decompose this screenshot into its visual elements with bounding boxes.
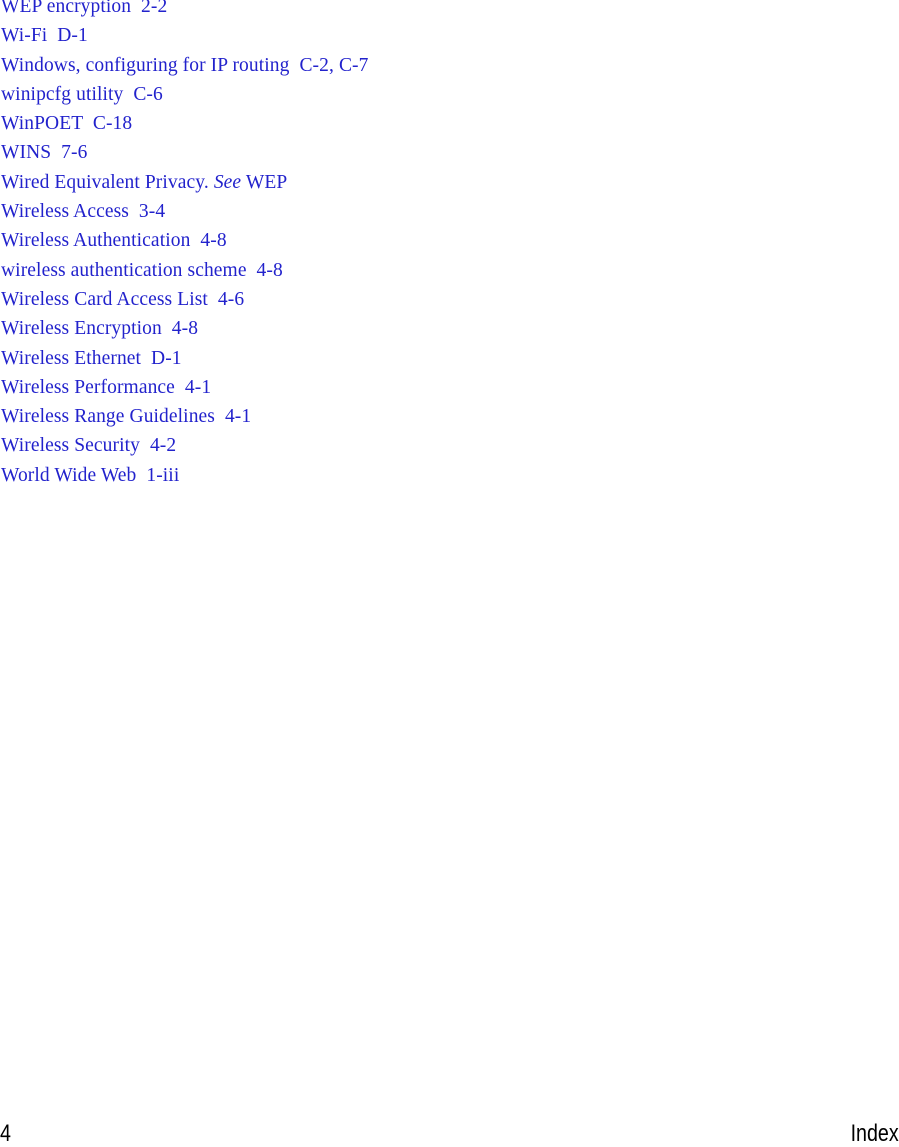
index-entry: WINS 7-6 — [0, 138, 899, 167]
index-entry-text: WINS 7-6 — [1, 142, 88, 164]
index-entry: Wireless Encryption 4-8 — [0, 314, 899, 343]
index-entry: winipcfg utility C-6 — [0, 80, 899, 109]
index-entry-text: Wi-Fi D-1 — [1, 25, 88, 47]
index-entry-text: WinPOET C-18 — [1, 113, 133, 135]
index-entry: Wired Equivalent Privacy. See WEP — [0, 168, 899, 197]
index-entry-text: winipcfg utility C-6 — [1, 83, 163, 105]
footer-section-label: Index — [850, 1120, 899, 1147]
index-entry: Wireless Security 4-2 — [0, 431, 899, 460]
index-entry-text: World Wide Web 1-iii — [1, 464, 180, 486]
index-entry-text: Wireless Ethernet D-1 — [1, 347, 182, 369]
index-entry: World Wide Web 1-iii — [0, 461, 899, 490]
document-page: WEP encryption 2-2 Wi-Fi D-1 Windows, conf… — [0, 0, 899, 1147]
index-entry-target: WEP — [241, 171, 288, 193]
index-entry-text: Windows, configuring for IP routing C-2,… — [1, 54, 369, 76]
index-entry: Wi-Fi D-1 — [0, 21, 899, 50]
index-entry-term: Wired Equivalent Privacy. — [1, 171, 214, 193]
index-entry: Wireless Performance 4-1 — [0, 373, 899, 402]
index-entry: WinPOET C-18 — [0, 109, 899, 138]
index-entry: Wireless Access 3-4 — [0, 197, 899, 226]
footer-page-number: 4 — [0, 1120, 11, 1147]
index-entry: Wireless Range Guidelines 4-1 — [0, 402, 899, 431]
index-entry-text: Wireless Performance 4-1 — [1, 376, 212, 398]
index-entry: wireless authentication scheme 4-8 — [0, 256, 899, 285]
index-entry-text: Wireless Card Access List 4-6 — [1, 288, 245, 310]
index-entry-list: WEP encryption 2-2 Wi-Fi D-1 Windows, conf… — [0, 0, 899, 490]
index-entry-text: Wireless Security 4-2 — [1, 435, 177, 457]
index-entry: Windows, configuring for IP routing C-2,… — [0, 51, 899, 80]
index-entry-text: Wireless Access 3-4 — [1, 201, 166, 223]
index-entry-text: Wireless Range Guidelines 4-1 — [1, 406, 252, 428]
index-entry: Wireless Authentication 4-8 — [0, 226, 899, 255]
page-footer: 4 Index — [0, 1121, 899, 1147]
index-entry-text: Wireless Encryption 4-8 — [1, 318, 199, 340]
index-entry: Wireless Ethernet D-1 — [0, 344, 899, 373]
index-entry-text: WEP encryption 2-2 — [1, 0, 168, 17]
index-entry: WEP encryption 2-2 — [0, 0, 899, 21]
index-entry-text: Wireless Authentication 4-8 — [1, 230, 227, 252]
index-entry-text: wireless authentication scheme 4-8 — [1, 259, 283, 281]
index-entry: Wireless Card Access List 4-6 — [0, 285, 899, 314]
index-entry-see-reference: See — [213, 171, 242, 193]
